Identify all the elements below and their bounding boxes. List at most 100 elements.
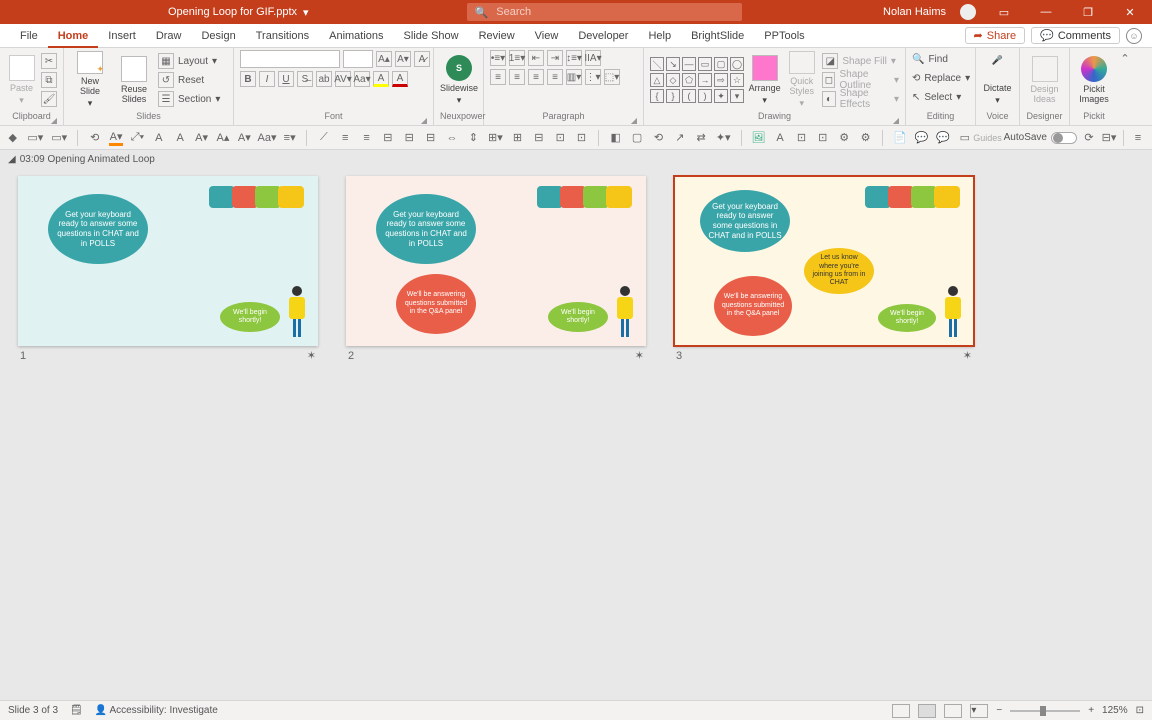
smartart-button[interactable]: ⬚▾ (604, 69, 620, 85)
select-button[interactable]: ↖Select ▾ (912, 88, 961, 106)
qat-icon[interactable]: ⊡ (554, 130, 567, 146)
tab-pptools[interactable]: PPTools (754, 24, 814, 48)
cut-button[interactable]: ✂ (41, 53, 57, 69)
qat-icon[interactable]: 💬 (915, 130, 929, 146)
drawing-launcher[interactable]: ◢ (893, 116, 899, 125)
font-launcher[interactable]: ◢ (421, 116, 427, 125)
comments-button[interactable]: 💬Comments (1031, 27, 1120, 44)
tab-animations[interactable]: Animations (319, 24, 393, 48)
arrange-button[interactable]: Arrange▾ (748, 51, 781, 109)
tab-review[interactable]: Review (469, 24, 525, 48)
columns-button[interactable]: ▥▾ (566, 69, 582, 85)
tab-home[interactable]: Home (48, 24, 99, 48)
feedback-button[interactable]: ☺ (1126, 28, 1142, 44)
tab-brightslide[interactable]: BrightSlide (681, 24, 754, 48)
qat-icon[interactable]: ⊟ (381, 130, 394, 146)
qat-icon[interactable]: ▢ (630, 130, 643, 146)
share-button[interactable]: ➦Share (965, 27, 1026, 44)
replace-button[interactable]: ⟲Replace ▾ (912, 69, 970, 87)
qat-icon[interactable]: ⟲ (652, 130, 665, 146)
quick-styles-button[interactable]: Quick Styles▾ (785, 51, 818, 109)
qat-icon[interactable]: 📄 (893, 130, 907, 146)
qat-icon[interactable]: A▾ (109, 130, 122, 146)
qat-icon[interactable]: ⟋ (317, 130, 330, 146)
restore-button[interactable]: ❐ (1074, 0, 1102, 24)
font-color-button[interactable]: A (392, 71, 408, 87)
qat-icon[interactable]: ≡ (360, 130, 373, 146)
ribbon-mode-button[interactable]: ▭ (990, 0, 1018, 24)
tab-help[interactable]: Help (638, 24, 681, 48)
zoom-out-button[interactable]: − (996, 705, 1002, 716)
qat-icon[interactable]: ≡▾ (283, 130, 296, 146)
shape-fill-button[interactable]: ◪Shape Fill ▾ (822, 52, 899, 70)
qat-icon[interactable]: ▭▾ (51, 130, 67, 146)
clear-format-button[interactable]: A̷ (414, 51, 430, 67)
section-button[interactable]: ☰Section ▾ (158, 90, 220, 108)
layout-button[interactable]: ▦Layout ▾ (158, 52, 220, 70)
qat-icon[interactable]: ⊡ (795, 130, 808, 146)
reading-view-button[interactable] (944, 704, 962, 718)
format-painter-button[interactable]: 🖌 (41, 91, 57, 107)
strike-button[interactable]: S̶ (297, 71, 313, 87)
qat-icon[interactable]: ⟲ (88, 130, 101, 146)
align-text-button[interactable]: ⋮▾ (585, 69, 601, 85)
sorter-view-button[interactable] (918, 704, 936, 718)
slide-counter[interactable]: Slide 3 of 3 (8, 705, 58, 716)
slideshow-view-button[interactable]: ▾ (970, 704, 988, 718)
italic-button[interactable]: I (259, 71, 275, 87)
qat-icon[interactable]: ⇔ (445, 130, 458, 146)
line-spacing-button[interactable]: ↕≡▾ (566, 50, 582, 66)
align-right-button[interactable]: ≡ (528, 69, 544, 85)
shape-gallery[interactable]: ＼↘—▭▢◯ △◇⬠→⇨☆ {}()✦▾ (650, 57, 744, 103)
qat-icon[interactable]: ⊞ (511, 130, 524, 146)
user-avatar[interactable] (960, 4, 976, 20)
qat-icon[interactable]: ✦▾ (716, 130, 731, 146)
tab-view[interactable]: View (525, 24, 569, 48)
new-slide-button[interactable]: ✦ New Slide▾ (70, 51, 110, 109)
user-name[interactable]: Nolan Haims (883, 6, 946, 18)
qat-icon[interactable]: A (174, 130, 187, 146)
underline-button[interactable]: U (278, 71, 294, 87)
minimize-button[interactable]: — (1032, 0, 1060, 24)
bold-button[interactable]: B (240, 71, 256, 87)
qat-icon[interactable]: ⤢▾ (131, 130, 144, 146)
find-button[interactable]: 🔍Find (912, 50, 948, 68)
numbering-button[interactable]: 1≡▾ (509, 50, 525, 66)
clipboard-launcher[interactable]: ◢ (51, 116, 57, 125)
accessibility-status[interactable]: 👤 Accessibility: Investigate (95, 705, 218, 716)
slide-thumb-2[interactable]: Get your keyboard ready to answer some q… (346, 176, 646, 346)
notes-icon[interactable]: 🗒 (70, 705, 83, 716)
qat-icon[interactable]: ⊟▾ (1101, 130, 1117, 146)
align-center-button[interactable]: ≡ (509, 69, 525, 85)
tab-draw[interactable]: Draw (146, 24, 192, 48)
qat-icon[interactable]: ⊡ (816, 130, 829, 146)
tab-file[interactable]: File (10, 24, 48, 48)
shape-outline-button[interactable]: ◻Shape Outline ▾ (822, 71, 899, 89)
bullets-button[interactable]: •≡▾ (490, 50, 506, 66)
slide-thumb-1[interactable]: Get your keyboard ready to answer some q… (18, 176, 318, 346)
title-dropdown-icon[interactable]: ▾ (303, 6, 309, 19)
shape-effects-button[interactable]: ◐Shape Effects ▾ (822, 90, 899, 108)
indent-button[interactable]: ⇥ (547, 50, 563, 66)
justify-button[interactable]: ≡ (547, 69, 563, 85)
spacing-button[interactable]: AV▾ (335, 71, 351, 87)
tab-developer[interactable]: Developer (568, 24, 638, 48)
tab-design[interactable]: Design (191, 24, 245, 48)
qat-icon[interactable]: ⟳ (1081, 130, 1097, 146)
qat-icon[interactable]: A (773, 130, 786, 146)
dedent-button[interactable]: ⇤ (528, 50, 544, 66)
tab-slideshow[interactable]: Slide Show (394, 24, 469, 48)
font-size-input[interactable] (343, 50, 373, 68)
qat-icon[interactable]: ▭▾ (27, 130, 43, 146)
paste-button[interactable]: Paste▾ (6, 51, 37, 109)
slide-thumb-3[interactable]: Get your keyboard ready to answer some q… (674, 176, 974, 346)
dictate-button[interactable]: 🎤 Dictate▾ (982, 51, 1013, 109)
reset-button[interactable]: ↺Reset (158, 71, 220, 89)
reuse-slides-button[interactable]: Reuse Slides (114, 51, 154, 109)
qat-icon[interactable]: ≡ (339, 130, 352, 146)
design-ideas-button[interactable]: Design Ideas (1026, 51, 1063, 109)
qat-icon[interactable]: A▾ (195, 130, 208, 146)
zoom-level[interactable]: 125% (1102, 705, 1128, 716)
qat-guides[interactable]: Guides (979, 130, 995, 146)
fit-window-button[interactable]: ⊡ (1136, 705, 1144, 716)
